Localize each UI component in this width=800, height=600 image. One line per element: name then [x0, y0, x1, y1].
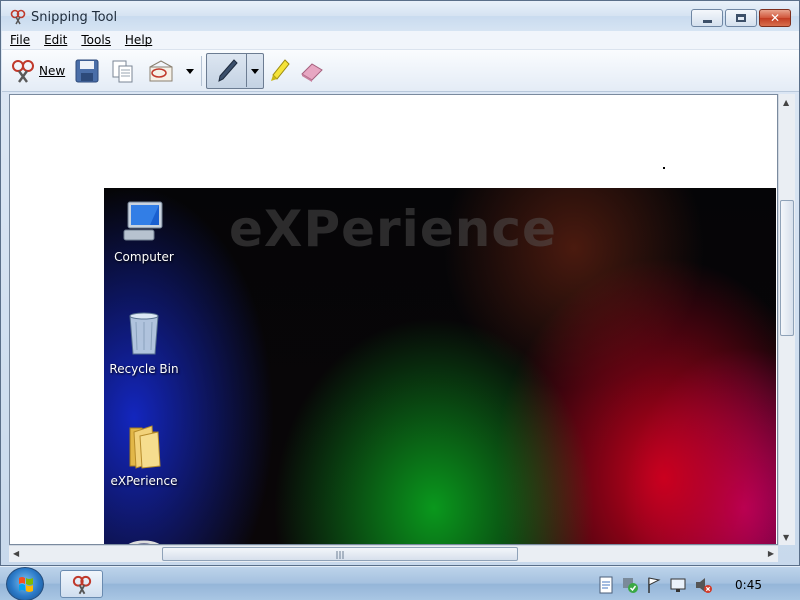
- copy-button[interactable]: [110, 55, 136, 87]
- window-title: Snipping Tool: [31, 10, 118, 25]
- copy-icon: [112, 60, 133, 83]
- ink-dot: [663, 167, 665, 169]
- desktop-icon-recycle-bin: Recycle Bin: [104, 310, 189, 376]
- start-button[interactable]: [6, 567, 44, 600]
- horizontal-scroll-thumb[interactable]: [162, 547, 518, 561]
- taskbar: 0:45: [0, 566, 800, 600]
- title-bar[interactable]: Snipping Tool ✕: [1, 1, 799, 31]
- highlighter-icon: [271, 59, 290, 81]
- menu-edit[interactable]: Edit: [44, 33, 67, 47]
- highlighter-button[interactable]: [267, 55, 293, 87]
- menu-file[interactable]: File: [10, 33, 30, 47]
- desktop-icon-label: Computer: [114, 250, 174, 264]
- pen-split-divider: [246, 53, 247, 87]
- desktop-icon-label: eXPerience: [110, 474, 178, 488]
- captured-snip[interactable]: eXPerience Computer Recycle Bin eXPerien…: [104, 188, 776, 544]
- volume-muted-icon[interactable]: [694, 576, 712, 594]
- menu-tools[interactable]: Tools: [81, 33, 111, 47]
- pen-icon: [218, 59, 238, 82]
- security-shield-icon[interactable]: [621, 576, 639, 594]
- desktop-icon-experience: eXPerience: [104, 422, 189, 488]
- scroll-left-icon[interactable]: ◀: [13, 549, 19, 558]
- chevron-down-icon: [251, 68, 259, 74]
- desktop-icon-computer: Computer: [104, 198, 189, 264]
- snip-canvas[interactable]: eXPerience Computer Recycle Bin eXPerien…: [9, 94, 778, 545]
- maximize-button[interactable]: [725, 9, 757, 27]
- taskbar-clock[interactable]: 0:45: [735, 578, 762, 592]
- vertical-scroll-thumb[interactable]: [780, 200, 794, 336]
- desktop-icon-label: Recycle Bin: [109, 362, 179, 376]
- toolbar: New: [2, 50, 799, 92]
- snipping-tool-icon: [10, 9, 26, 25]
- eraser-icon: [301, 63, 323, 82]
- chevron-down-icon: [186, 68, 194, 74]
- windows-logo-icon: [19, 577, 33, 592]
- horizontal-scrollbar[interactable]: ◀ ▶: [9, 545, 778, 562]
- toolbar-separator: [201, 56, 202, 86]
- minimize-icon: [692, 10, 722, 26]
- scroll-down-icon[interactable]: ▼: [783, 533, 789, 542]
- computer-icon: [120, 198, 168, 246]
- menu-help[interactable]: Help: [125, 33, 152, 47]
- close-icon: ✕: [769, 11, 781, 25]
- ie-icon: [120, 534, 168, 544]
- scroll-up-icon[interactable]: ▲: [783, 98, 789, 107]
- network-icon[interactable]: [669, 576, 687, 594]
- envelope-icon: [149, 60, 173, 82]
- snipping-tool-window: Snipping Tool ✕ File Edit Tools Help New: [0, 0, 800, 566]
- minimize-button[interactable]: [691, 9, 723, 27]
- scissors-icon: [12, 60, 34, 83]
- snipping-tool-icon: [72, 575, 92, 595]
- vertical-scrollbar[interactable]: ▲ ▼: [778, 94, 795, 545]
- new-label: New: [39, 64, 66, 78]
- send-snip-button[interactable]: [147, 55, 175, 87]
- action-center-flag-icon[interactable]: [646, 576, 662, 594]
- eraser-button[interactable]: [298, 55, 326, 87]
- new-snip-button[interactable]: New: [10, 55, 65, 87]
- save-icon: [75, 59, 99, 83]
- close-button[interactable]: ✕: [759, 9, 791, 27]
- folder-icon: [120, 422, 168, 470]
- maximize-icon: [726, 10, 756, 26]
- caption-buttons: ✕: [691, 9, 791, 27]
- pen-tool[interactable]: [214, 55, 240, 87]
- scroll-right-icon[interactable]: ▶: [768, 549, 774, 558]
- recycle-bin-icon: [120, 310, 168, 358]
- wallpaper-title: eXPerience: [229, 200, 557, 258]
- document-icon[interactable]: [598, 576, 614, 594]
- taskbar-snipping-tool-button[interactable]: [60, 570, 103, 598]
- pen-dropdown-button[interactable]: [251, 55, 259, 87]
- grip-icon: [336, 551, 344, 559]
- menu-bar: File Edit Tools Help: [2, 31, 799, 50]
- save-button[interactable]: [74, 55, 100, 87]
- desktop-icon-partial: [104, 534, 189, 544]
- send-dropdown-button[interactable]: [186, 55, 194, 87]
